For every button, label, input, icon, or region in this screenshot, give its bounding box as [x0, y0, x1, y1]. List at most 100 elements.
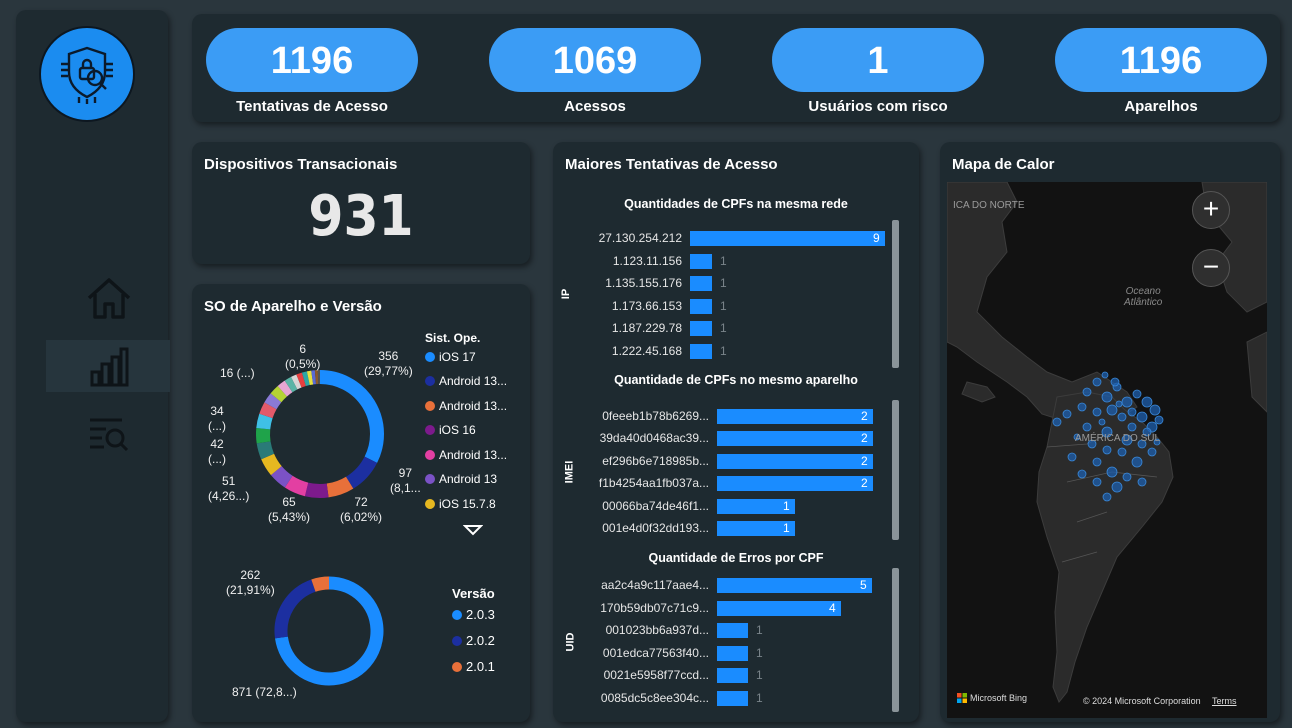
donut-slice[interactable] [311, 576, 330, 592]
donut-slice[interactable] [261, 453, 282, 476]
versao-legend-item[interactable]: 2.0.3 [452, 607, 495, 622]
bar[interactable] [690, 276, 712, 291]
kpi-label: Tentativas de Acesso [236, 98, 388, 115]
so-versao-card: SO de Aparelho e Versão Sist. Ope. iOS 1… [192, 284, 530, 722]
donut-slice[interactable] [319, 370, 384, 463]
versao-legend-item[interactable]: 2.0.2 [452, 633, 495, 648]
donut-slice[interactable] [256, 428, 271, 444]
nav-dashboard-button[interactable] [46, 340, 170, 392]
so-label-16: 16 (...) [220, 366, 255, 380]
versao-legend-item[interactable]: 2.0.1 [452, 659, 495, 674]
donut-slice[interactable] [326, 476, 354, 498]
donut-slice[interactable] [306, 370, 314, 386]
bar-value-label: 1 [720, 253, 727, 268]
bar-value-label: 1 [783, 498, 790, 513]
donut-slice[interactable] [345, 456, 378, 489]
microsoft-logo-icon [957, 693, 967, 703]
zoom-out-button[interactable]: − [1192, 249, 1230, 287]
versao-donut-chart[interactable] [272, 574, 386, 688]
bar[interactable] [717, 600, 841, 616]
bar[interactable] [717, 691, 748, 706]
dispositivos-title: Dispositivos Transacionais [204, 156, 398, 173]
bar[interactable] [717, 409, 873, 424]
kpi-label: Aparelhos [1124, 98, 1198, 115]
donut-slice[interactable] [259, 402, 277, 419]
bar[interactable] [690, 298, 712, 314]
donut-slice[interactable] [264, 393, 282, 410]
bar[interactable] [690, 231, 885, 246]
kpi-value: 1196 [206, 28, 418, 92]
donut-slice[interactable] [270, 465, 293, 488]
map-terms-link[interactable]: Terms [1212, 696, 1237, 706]
erros-chart-title: Quantidade de Erros por CPF [648, 551, 824, 565]
shield-lock-icon [61, 46, 113, 104]
bar-category-label: 00066ba74de46f1... [602, 498, 709, 513]
map-copyright: © 2024 Microsoft Corporation [1083, 696, 1201, 706]
bar[interactable] [690, 321, 712, 336]
rede-scrollbar[interactable] [892, 220, 899, 368]
bar-category-label: 1.222.45.168 [611, 343, 682, 358]
so-legend-item[interactable]: Android 13... [425, 448, 507, 462]
bar[interactable] [717, 476, 873, 492]
kpi-usuarios-risco: 1 Usuários com risco [772, 28, 984, 115]
bar-category-label: 39da40d0468ac39... [599, 431, 709, 446]
so-legend-item[interactable]: iOS 15.7.8 [425, 497, 496, 511]
bar-value-label: 1 [720, 276, 727, 290]
kpi-value: 1069 [489, 28, 701, 92]
donut-slice[interactable] [256, 441, 275, 460]
zoom-in-button[interactable]: + [1192, 191, 1230, 229]
so-title: SO de Aparelho e Versão [204, 298, 382, 315]
donut-slice[interactable] [277, 380, 293, 397]
kpi-tentativas: 1196 Tentativas de Acesso [206, 28, 418, 115]
bar-category-label: f1b4254aa1fb037a... [598, 476, 709, 491]
so-legend-item[interactable]: iOS 16 [425, 423, 476, 437]
nav-search-button[interactable] [46, 408, 170, 460]
heat-map[interactable]: ICA DO NORTE Oceano Atlântico AMÉRICA DO … [947, 182, 1267, 718]
triangle-down-icon[interactable] [463, 524, 483, 536]
bar[interactable] [717, 431, 873, 447]
nav-home-button[interactable] [46, 272, 170, 324]
bar-category-label: 1.123.11.156 [612, 253, 682, 268]
so-donut-chart[interactable] [250, 364, 390, 504]
bar[interactable] [690, 253, 712, 269]
bar-category-label: 1.135.155.176 [605, 276, 682, 290]
erros-scrollbar[interactable] [892, 568, 899, 712]
donut-slice[interactable] [301, 371, 310, 387]
bar[interactable] [690, 343, 712, 359]
versao-legend-title: Versão [452, 586, 495, 601]
donut-slice[interactable] [304, 482, 329, 498]
bar[interactable] [717, 578, 872, 593]
map-label-south: AMÉRICA DO SUL [1075, 433, 1161, 444]
aparelho-scrollbar[interactable] [892, 400, 899, 540]
bar-value-label: 5 [860, 578, 867, 592]
bar-value-label: 2 [861, 453, 868, 468]
bar[interactable] [717, 645, 748, 661]
bar-value-label: 2 [861, 431, 868, 446]
bar[interactable] [717, 668, 748, 684]
versao-label-262: 262 (21,91%) [226, 568, 275, 597]
bar[interactable] [717, 623, 748, 639]
donut-slice[interactable] [284, 376, 298, 393]
so-legend-item[interactable]: Android 13... [425, 374, 507, 388]
kpi-acessos: 1069 Acessos [489, 28, 701, 115]
donut-slice[interactable] [296, 372, 306, 388]
so-legend-item[interactable]: Android 13... [425, 399, 507, 413]
so-label-72: 72 (6,02%) [340, 495, 383, 524]
bar-category-label: 0021e5958f77ccd... [603, 668, 709, 683]
maiores-title: Maiores Tentativas de Acesso [565, 156, 778, 173]
donut-slice[interactable] [270, 385, 288, 403]
bing-attribution: Microsoft Bing [957, 693, 1027, 703]
aparelho-chart-title: Quantidade de CPFs no mesmo aparelho [614, 373, 858, 387]
so-legend-item[interactable]: Android 13 [425, 472, 497, 486]
bar-category-label: 27.130.254.212 [598, 231, 682, 245]
donut-slice[interactable] [274, 579, 316, 639]
bar-value-label: 1 [756, 668, 763, 683]
bar-category-label: 0feeeb1b78b6269... [602, 409, 709, 423]
bar-value-label: 1 [756, 691, 763, 705]
bar[interactable] [717, 453, 873, 469]
so-label-65: 65 (5,43%) [268, 495, 311, 524]
donut-slice[interactable] [284, 475, 309, 497]
donut-slice[interactable] [256, 413, 273, 430]
donut-slice[interactable] [291, 374, 302, 390]
so-legend-item[interactable]: iOS 17 [425, 350, 476, 364]
